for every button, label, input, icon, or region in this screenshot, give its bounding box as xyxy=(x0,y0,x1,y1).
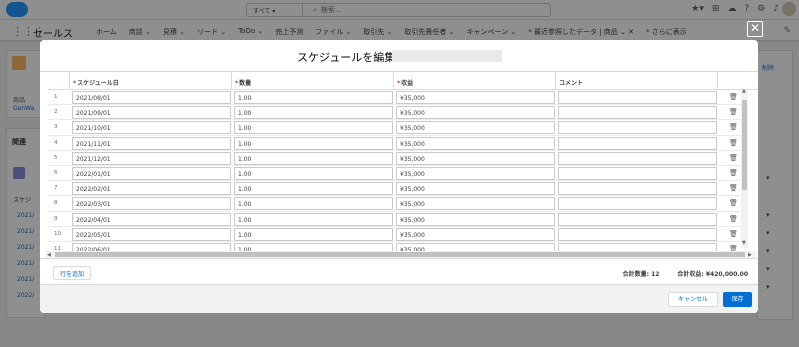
comment-cell[interactable] xyxy=(558,167,717,180)
modal-title: スケジュールを編集: xyxy=(297,51,399,64)
comment-cell[interactable] xyxy=(558,91,717,104)
delete-row-icon[interactable]: 🗑 xyxy=(729,169,738,177)
table-row: 4 2021/11/01 1.00 ¥35,000 🗑 xyxy=(48,136,748,151)
delete-row-icon[interactable]: 🗑 xyxy=(729,199,738,207)
row-number: 1 xyxy=(54,94,58,100)
delete-row-icon[interactable]: 🗑 xyxy=(729,184,738,192)
quantity-cell[interactable]: 1.00 xyxy=(234,106,393,120)
revenue-cell[interactable]: ¥35,000 xyxy=(396,91,555,104)
table-row: 2 2021/09/01 1.00 ¥35,000 🗑 xyxy=(48,105,748,121)
date-cell[interactable]: 2021/11/01 xyxy=(72,136,231,150)
revenue-cell[interactable]: ¥35,000 xyxy=(396,167,555,180)
comment-cell[interactable] xyxy=(558,106,717,120)
quantity-cell[interactable]: 1.00 xyxy=(234,167,393,180)
scroll-right-icon[interactable]: ▶ xyxy=(748,252,752,258)
comment-cell[interactable] xyxy=(558,121,717,135)
row-number: 7 xyxy=(54,185,58,192)
table-row: 7 2022/02/01 1.00 ¥35,000 🗑 xyxy=(48,181,748,197)
quantity-cell[interactable]: 1.00 xyxy=(234,121,393,135)
delete-row-icon[interactable]: 🗑 xyxy=(729,93,738,101)
table-row: 3 2021/10/01 1.00 ¥35,000 🗑 xyxy=(48,120,748,136)
date-cell[interactable]: 2022/01/01 xyxy=(72,167,231,180)
save-button[interactable]: 保存 xyxy=(723,292,752,307)
row-number: 5 xyxy=(54,154,58,161)
revenue-cell[interactable]: ¥35,000 xyxy=(396,136,555,150)
revenue-cell[interactable]: ¥35,000 xyxy=(396,151,555,165)
row-number: 8 xyxy=(54,200,58,207)
revenue-cell[interactable]: ¥35,000 xyxy=(396,106,555,120)
column-header-comment: コメント xyxy=(556,72,718,90)
revenue-cell[interactable]: ¥35,000 xyxy=(396,227,555,241)
delete-row-icon[interactable]: 🗑 xyxy=(729,215,738,223)
comment-cell[interactable] xyxy=(558,136,717,150)
row-number-header xyxy=(48,72,70,90)
grid-vertical-scrollbar[interactable]: ▲ ▼ xyxy=(741,88,748,248)
quantity-cell[interactable]: 1.00 xyxy=(234,182,393,196)
date-cell[interactable]: 2022/03/01 xyxy=(72,197,231,211)
table-row: 9 2022/04/01 1.00 ¥35,000 🗑 xyxy=(48,212,748,227)
scrollbar-thumb[interactable] xyxy=(742,100,747,190)
column-header-quantity: *数量 xyxy=(232,72,394,90)
date-cell[interactable]: 2022/02/01 xyxy=(72,182,231,196)
revenue-cell[interactable]: ¥35,000 xyxy=(396,121,555,135)
scroll-up-icon[interactable]: ▲ xyxy=(742,88,746,94)
revenue-cell[interactable]: ¥35,000 xyxy=(396,182,555,196)
revenue-cell[interactable]: ¥35,000 xyxy=(396,212,555,226)
delete-row-icon[interactable]: 🗑 xyxy=(729,123,738,131)
column-header-date: *スケジュール日 xyxy=(70,72,232,90)
cancel-button[interactable]: キャンセル xyxy=(668,292,718,307)
redacted-record-name xyxy=(392,50,502,62)
comment-cell[interactable] xyxy=(558,212,717,226)
modal-footer: キャンセル 保存 xyxy=(40,284,758,313)
table-row: 6 2022/01/01 1.00 ¥35,000 🗑 xyxy=(48,166,748,182)
date-cell[interactable]: 2021/10/01 xyxy=(72,121,231,135)
delete-row-icon[interactable]: 🗑 xyxy=(729,108,738,116)
row-number: 6 xyxy=(54,170,58,176)
grid-footer: 行を追加 合計数量: 12 合計収益: ¥420,000.00 xyxy=(40,258,758,284)
delete-row-icon[interactable]: 🗑 xyxy=(729,139,738,147)
table-row: 10 2022/05/01 1.00 ¥35,000 🗑 xyxy=(48,227,748,242)
quantity-cell[interactable]: 1.00 xyxy=(234,197,393,211)
grid-header: *スケジュール日 *数量 *収益 コメント xyxy=(48,72,758,90)
column-header-revenue: *収益 xyxy=(394,72,556,90)
table-row: 1 2021/08/01 1.00 ¥35,000 🗑 xyxy=(48,90,748,106)
scroll-left-icon[interactable]: ◀ xyxy=(47,252,51,258)
edit-schedule-modal: スケジュールを編集: *スケジュール日 *数量 *収益 コメント 1 2021/0… xyxy=(40,40,758,313)
table-row: 8 2022/03/01 1.00 ¥35,000 🗑 xyxy=(48,196,748,212)
date-cell[interactable]: 2021/12/01 xyxy=(72,151,231,165)
add-row-button[interactable]: 行を追加 xyxy=(53,266,92,280)
date-cell[interactable]: 2021/08/01 xyxy=(72,91,231,104)
date-cell[interactable]: 2022/04/01 xyxy=(72,212,231,226)
totals: 合計数量: 12 合計収益: ¥420,000.00 xyxy=(623,269,748,278)
close-modal-button[interactable]: ✕ xyxy=(747,21,763,37)
row-number: 10 xyxy=(54,230,61,237)
row-number: 4 xyxy=(54,139,58,146)
total-quantity: 合計数量: 12 xyxy=(622,271,660,278)
comment-cell[interactable] xyxy=(558,227,717,241)
date-cell[interactable]: 2022/05/01 xyxy=(72,227,231,241)
table-row: 5 2021/12/01 1.00 ¥35,000 🗑 xyxy=(48,151,748,166)
scroll-down-icon[interactable]: ▼ xyxy=(742,240,746,246)
quantity-cell[interactable]: 1.00 xyxy=(234,136,393,150)
comment-cell[interactable] xyxy=(558,197,717,211)
revenue-cell[interactable]: ¥35,000 xyxy=(396,197,555,211)
scrollbar-thumb[interactable] xyxy=(55,252,745,257)
modal-header: スケジュールを編集: xyxy=(40,40,758,72)
total-revenue: 合計収益: ¥420,000.00 xyxy=(677,271,748,278)
quantity-cell[interactable]: 1.00 xyxy=(234,227,393,241)
date-cell[interactable]: 2021/09/01 xyxy=(72,106,231,120)
row-number: 3 xyxy=(54,124,58,131)
delete-row-icon[interactable]: 🗑 xyxy=(729,230,738,238)
quantity-cell[interactable]: 1.00 xyxy=(234,91,393,104)
comment-cell[interactable] xyxy=(558,151,717,165)
quantity-cell[interactable]: 1.00 xyxy=(234,151,393,165)
grid-horizontal-scrollbar[interactable]: ◀ ▶ xyxy=(46,251,756,258)
row-number: 9 xyxy=(54,215,58,222)
row-number: 2 xyxy=(54,109,58,116)
quantity-cell[interactable]: 1.00 xyxy=(234,212,393,226)
delete-row-icon[interactable]: 🗑 xyxy=(729,154,738,162)
comment-cell[interactable] xyxy=(558,182,717,196)
